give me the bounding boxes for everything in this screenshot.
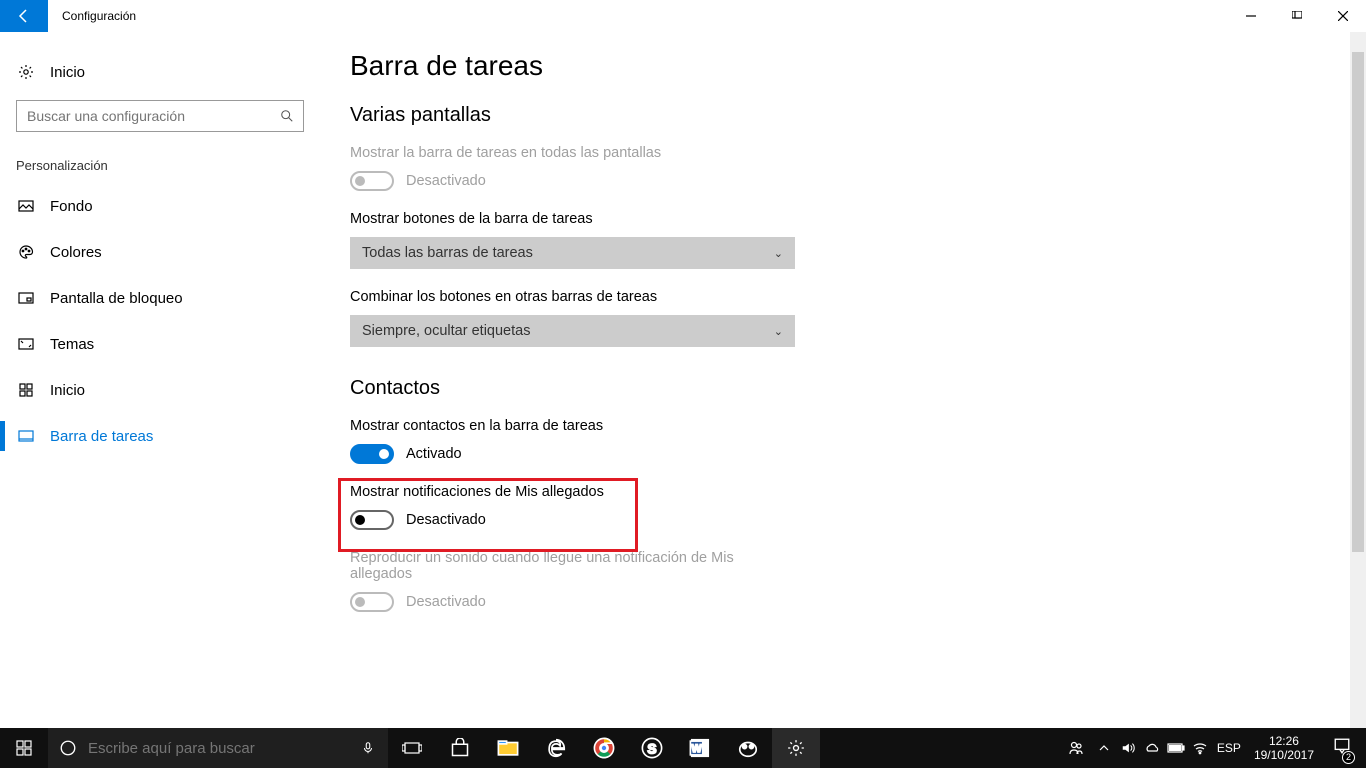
close-button[interactable] bbox=[1320, 0, 1366, 32]
nav-item-barra-tareas[interactable]: Barra de tareas bbox=[16, 413, 304, 459]
nav-item-fondo[interactable]: Fondo bbox=[16, 183, 304, 229]
vertical-scrollbar[interactable] bbox=[1350, 32, 1366, 728]
svg-text:W: W bbox=[691, 743, 702, 755]
notification-badge: 2 bbox=[1342, 751, 1355, 764]
explorer-icon[interactable] bbox=[484, 728, 532, 768]
themes-icon bbox=[16, 336, 36, 352]
toggle-sound-allegados bbox=[350, 592, 394, 612]
nav-label: Colores bbox=[50, 244, 102, 261]
onedrive-icon[interactable] bbox=[1140, 728, 1164, 768]
task-view-button[interactable] bbox=[388, 728, 436, 768]
search-icon bbox=[271, 109, 303, 123]
svg-text:S: S bbox=[647, 742, 656, 757]
toggle-state-show-contacts: Activado bbox=[406, 446, 462, 462]
nav-label: Temas bbox=[50, 336, 94, 353]
start-icon bbox=[16, 382, 36, 398]
chevron-down-icon: ⌄ bbox=[774, 247, 783, 260]
search-input-container[interactable] bbox=[16, 100, 304, 132]
dropdown-value: Siempre, ocultar etiquetas bbox=[362, 323, 530, 339]
section-title-contactos: Contactos bbox=[350, 377, 1326, 400]
scroll-thumb[interactable] bbox=[1352, 52, 1364, 552]
edge-icon[interactable] bbox=[532, 728, 580, 768]
toggle-state-notif-allegados: Desactivado bbox=[406, 512, 486, 528]
toggle-notif-allegados[interactable] bbox=[350, 510, 394, 530]
window-title: Configuración bbox=[62, 9, 136, 23]
toggle-state-show-all: Desactivado bbox=[406, 173, 486, 189]
taskbar-clock[interactable]: 12:26 19/10/2017 bbox=[1246, 734, 1322, 762]
sidebar-section-label: Personalización bbox=[16, 158, 304, 173]
page-title: Barra de tareas bbox=[350, 50, 1326, 82]
toggle-state-sound-allegados: Desactivado bbox=[406, 594, 486, 610]
volume-icon[interactable] bbox=[1116, 728, 1140, 768]
wifi-icon[interactable] bbox=[1188, 728, 1212, 768]
skype-icon[interactable]: S bbox=[628, 728, 676, 768]
action-center-icon[interactable]: 2 bbox=[1322, 728, 1362, 768]
gimp-icon[interactable] bbox=[724, 728, 772, 768]
lockscreen-icon bbox=[16, 290, 36, 306]
nav-item-pantalla-bloqueo[interactable]: Pantalla de bloqueo bbox=[16, 275, 304, 321]
setting-label-notif-allegados: Mostrar notificaciones de Mis allegados bbox=[350, 484, 1326, 500]
microphone-icon[interactable] bbox=[348, 741, 388, 755]
back-button[interactable] bbox=[0, 0, 48, 32]
people-icon[interactable] bbox=[1060, 728, 1092, 768]
home-label: Inicio bbox=[50, 64, 85, 81]
clock-time: 12:26 bbox=[1254, 734, 1314, 748]
setting-label-show-buttons: Mostrar botones de la barra de tareas bbox=[350, 211, 1326, 227]
maximize-button[interactable] bbox=[1274, 0, 1320, 32]
setting-label-show-contacts: Mostrar contactos en la barra de tareas bbox=[350, 418, 1326, 434]
palette-icon bbox=[16, 244, 36, 260]
search-input[interactable] bbox=[17, 101, 271, 131]
setting-label-combine: Combinar los botones en otras barras de … bbox=[350, 289, 1326, 305]
toggle-show-all-screens bbox=[350, 171, 394, 191]
chrome-icon[interactable] bbox=[580, 728, 628, 768]
start-button[interactable] bbox=[0, 728, 48, 768]
nav-label: Barra de tareas bbox=[50, 428, 153, 445]
setting-label-sound-allegados: Reproducir un sonido cuando llegue una n… bbox=[350, 550, 790, 582]
nav-item-colores[interactable]: Colores bbox=[16, 229, 304, 275]
section-title-pantallas: Varias pantallas bbox=[350, 104, 1326, 127]
nav-label: Pantalla de bloqueo bbox=[50, 290, 183, 307]
word-icon[interactable]: W bbox=[676, 728, 724, 768]
taskbar-icon bbox=[16, 428, 36, 444]
dropdown-value: Todas las barras de tareas bbox=[362, 245, 533, 261]
toggle-show-contacts[interactable] bbox=[350, 444, 394, 464]
tray-chevron-icon[interactable] bbox=[1092, 728, 1116, 768]
settings-app-icon[interactable] bbox=[772, 728, 820, 768]
clock-date: 19/10/2017 bbox=[1254, 748, 1314, 762]
nav-label: Inicio bbox=[50, 382, 85, 399]
store-icon[interactable] bbox=[436, 728, 484, 768]
nav-label: Fondo bbox=[50, 198, 93, 215]
nav-item-temas[interactable]: Temas bbox=[16, 321, 304, 367]
dropdown-combine-buttons[interactable]: Siempre, ocultar etiquetas ⌄ bbox=[350, 315, 795, 347]
chevron-down-icon: ⌄ bbox=[774, 325, 783, 338]
language-indicator[interactable]: ESP bbox=[1212, 728, 1246, 768]
taskbar-search[interactable] bbox=[48, 728, 388, 768]
cortana-icon bbox=[48, 739, 88, 757]
battery-icon[interactable] bbox=[1164, 728, 1188, 768]
home-link[interactable]: Inicio bbox=[16, 50, 304, 94]
taskbar-search-input[interactable] bbox=[88, 740, 348, 757]
minimize-button[interactable] bbox=[1228, 0, 1274, 32]
gear-icon bbox=[16, 64, 36, 80]
nav-item-inicio[interactable]: Inicio bbox=[16, 367, 304, 413]
image-icon bbox=[16, 198, 36, 214]
dropdown-show-buttons[interactable]: Todas las barras de tareas ⌄ bbox=[350, 237, 795, 269]
setting-label-show-all: Mostrar la barra de tareas en todas las … bbox=[350, 145, 1326, 161]
